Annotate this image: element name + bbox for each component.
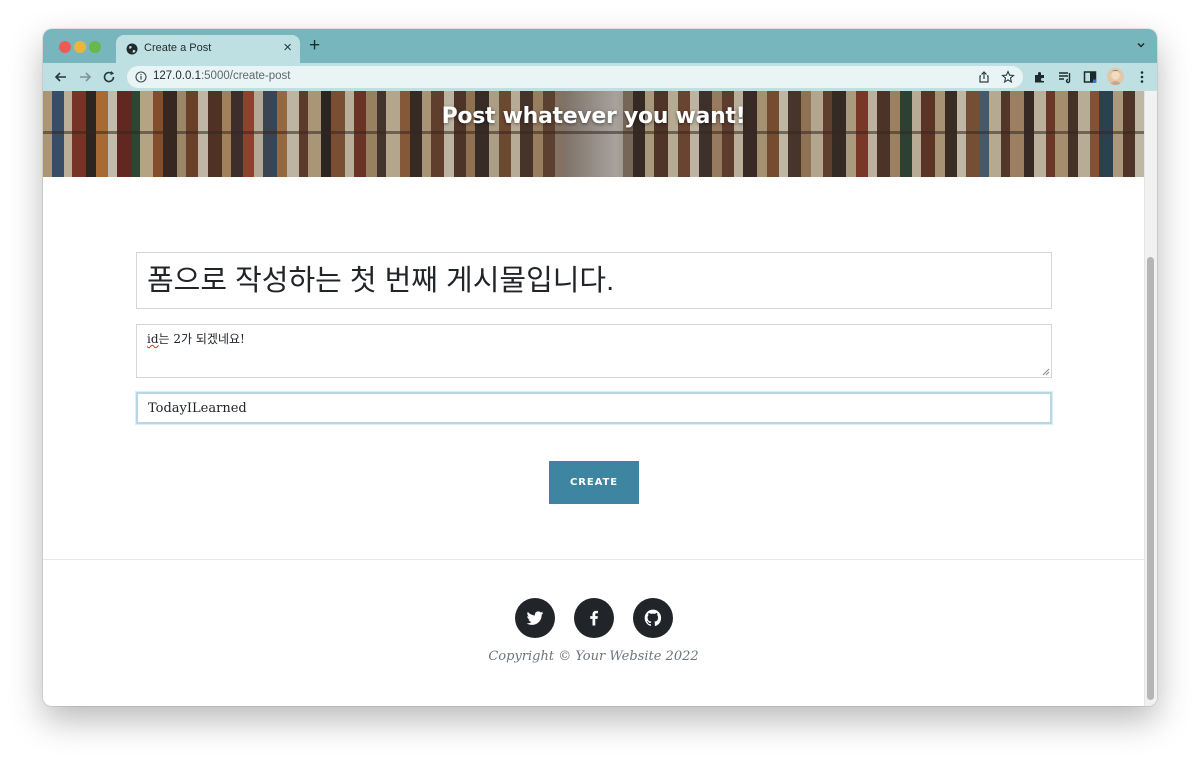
facebook-icon (590, 610, 598, 626)
hero-header: Post whatever you want! (43, 91, 1144, 177)
minimize-window-button[interactable] (74, 41, 86, 53)
star-icon[interactable] (1001, 70, 1015, 84)
extensions-puzzle-icon[interactable] (1033, 70, 1047, 84)
body-text: 는 2가 되겠네요! (158, 332, 245, 346)
share-icon[interactable] (977, 70, 991, 84)
footer-divider (43, 559, 1144, 560)
misspelled-word: id (147, 332, 159, 346)
tab-strip: Create a Post × + (43, 29, 1157, 63)
reading-list-icon[interactable] (1058, 70, 1072, 84)
forward-arrow-icon[interactable] (77, 69, 93, 85)
browser-window: Create a Post × + 127.0.0.1:5000/create-… (43, 29, 1157, 706)
url-path: :5000/create-post (200, 70, 291, 82)
facebook-link[interactable] (574, 598, 614, 638)
post-title-input[interactable]: 폼으로 작성하는 첫 번째 게시물입니다. (136, 252, 1052, 309)
twitter-icon (526, 611, 544, 625)
copyright-text: Copyright © Your Website 2022 (488, 649, 699, 664)
browser-toolbar: 127.0.0.1:5000/create-post (43, 63, 1157, 91)
chevron-down-icon[interactable] (1135, 39, 1147, 51)
url-text: 127.0.0.1:5000/create-post (153, 70, 290, 82)
page-heading: Post whatever you want! (441, 104, 746, 129)
github-icon (644, 609, 662, 627)
address-bar[interactable]: 127.0.0.1:5000/create-post (127, 66, 1023, 88)
back-arrow-icon[interactable] (53, 69, 69, 85)
github-link[interactable] (633, 598, 673, 638)
info-icon[interactable] (135, 71, 147, 83)
post-tag-input[interactable]: TodayILearned (136, 392, 1052, 424)
url-host: 127.0.0.1 (153, 70, 201, 82)
resize-handle-icon[interactable] (1042, 368, 1050, 376)
close-window-button[interactable] (59, 41, 71, 53)
profile-avatar[interactable] (1107, 68, 1124, 85)
post-body-textarea[interactable]: id는 2가 되겠네요! (136, 324, 1052, 378)
reload-icon[interactable] (101, 69, 117, 85)
tab-close-icon[interactable]: × (283, 39, 292, 57)
side-panel-icon[interactable] (1083, 70, 1097, 84)
new-tab-button[interactable]: + (309, 36, 320, 56)
browser-tab-active[interactable]: Create a Post × (116, 35, 300, 63)
scrollbar-thumb[interactable] (1147, 257, 1154, 700)
page-viewport: Post whatever you want! 폼으로 작성하는 첫 번째 게시… (43, 91, 1157, 706)
tab-title: Create a Post (144, 42, 212, 54)
twitter-link[interactable] (515, 598, 555, 638)
browser-menu-icon[interactable] (1135, 70, 1149, 84)
globe-icon (126, 43, 138, 55)
page-scrollbar[interactable] (1144, 91, 1157, 706)
create-button[interactable]: CREATE (549, 461, 639, 504)
maximize-window-button[interactable] (89, 41, 101, 53)
avatar-image-icon (1107, 68, 1124, 85)
